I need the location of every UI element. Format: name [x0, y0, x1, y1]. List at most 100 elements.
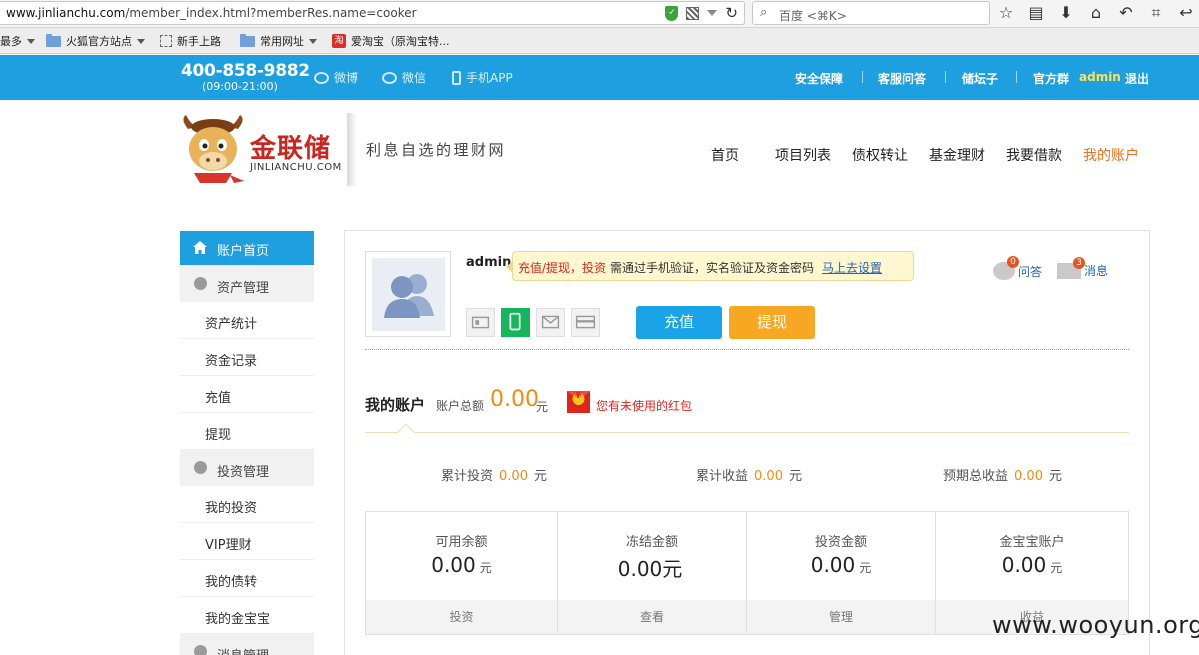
bookmark-aitaobao[interactable]: 淘爱淘宝（原淘宝特...	[332, 33, 450, 49]
cell-frozen-amount: 冻结金额 0.00元 查看	[558, 512, 747, 634]
stat-unit: 元	[1048, 469, 1062, 484]
bookmark-firefox[interactable]: 火狐官方站点	[46, 33, 145, 49]
undo-icon[interactable]: ↶	[1116, 3, 1136, 23]
divider	[945, 71, 946, 83]
bookmark-newbie[interactable]: 新手上路	[160, 33, 221, 49]
topnav-user[interactable]: admin	[1079, 70, 1121, 84]
messages-label: 消息	[1084, 264, 1109, 278]
red-envelope-text[interactable]: 您有未使用的红包	[596, 397, 692, 414]
withdraw-button[interactable]: 提现	[729, 306, 815, 339]
sidebar-item-withdraw[interactable]: 提现	[180, 413, 314, 450]
back-icon[interactable]: ↩	[1176, 3, 1196, 23]
qr-code-icon[interactable]	[686, 6, 700, 20]
topnav-group[interactable]: 官方群	[1033, 70, 1069, 87]
recharge-button[interactable]: 充值	[636, 306, 722, 339]
sidebar-item-my-investments[interactable]: 我的投资	[180, 486, 314, 523]
watermark-text: www.wooyun.org	[992, 611, 1199, 639]
bank-card-icon[interactable]	[571, 308, 600, 337]
sidebar-section-assets[interactable]: 资产管理	[180, 266, 314, 302]
reload-icon[interactable]: ↻	[725, 5, 738, 21]
cell-value: 0.00元	[936, 553, 1128, 577]
yuan-symbol: ¥	[575, 391, 582, 401]
mobile-verified-icon[interactable]	[501, 308, 530, 337]
stat-total-invest: 累计投资 0.00 元	[441, 465, 547, 484]
manage-action-button[interactable]: 管理	[747, 600, 935, 634]
logout-link[interactable]: 退出	[1125, 70, 1149, 87]
url-path: /member_index.html?memberRes.name=cooker	[125, 6, 417, 20]
cell-label: 投资金额	[814, 535, 867, 550]
shield-icon[interactable]: ✓	[665, 5, 679, 21]
cell-label: 金宝宝账户	[999, 535, 1065, 550]
folder-icon	[46, 33, 61, 47]
site-slogan: 利息自选的理财网	[366, 141, 507, 159]
sidebar-item-asset-stats[interactable]: 资产统计	[180, 302, 314, 339]
sidebar-item-recharge[interactable]: 充值	[180, 376, 314, 413]
red-envelope-icon[interactable]: ¥	[565, 385, 592, 415]
message-count-badge: 3	[1073, 257, 1085, 269]
page-icon	[160, 35, 172, 47]
topnav-security[interactable]: 安全保障	[795, 70, 843, 87]
sidebar-item-label: 我的投资	[205, 501, 258, 516]
sidebar-item-label: 账户首页	[217, 244, 270, 259]
sidebar-section-messages[interactable]: 消息管理	[180, 634, 314, 655]
email-icon[interactable]	[536, 308, 565, 337]
sidebar-item-my-debt-transfer[interactable]: 我的债转	[180, 560, 314, 597]
qa-count-badge: 0	[1007, 256, 1019, 268]
cell-available-balance: 可用余额 0.00 元 投资	[366, 512, 558, 634]
view-action-button[interactable]: 查看	[558, 600, 746, 634]
nav-home[interactable]: 首页	[711, 145, 739, 165]
bell-icon	[194, 645, 207, 655]
invest-action-button[interactable]: 投资	[366, 600, 557, 634]
id-card-icon[interactable]	[466, 308, 495, 337]
sidebar-item-vip[interactable]: VIP理财	[180, 523, 314, 560]
nav-debt-transfer[interactable]: 债权转让	[852, 145, 908, 165]
nav-projects[interactable]: 项目列表	[775, 145, 831, 165]
nav-borrow[interactable]: 我要借款	[1006, 145, 1062, 165]
site-logo[interactable]: 金联储 JINLIANCHU.COM	[180, 113, 345, 187]
nav-my-account[interactable]: 我的账户	[1083, 145, 1139, 165]
messages-link[interactable]: 3 消息	[1057, 257, 1109, 279]
qa-link[interactable]: 0 问答	[993, 256, 1043, 280]
account-title: 我的账户	[365, 396, 426, 414]
search-placeholder: 百度 <⌘K>	[779, 9, 847, 23]
total-label: 账户总额	[436, 399, 485, 413]
bookmark-most[interactable]: 最多	[0, 33, 35, 49]
home-icon[interactable]: ⌂	[1086, 3, 1106, 23]
url-input[interactable]: www.jinlianchu.com/member_index.html?mem…	[0, 1, 745, 25]
chevron-down-icon	[137, 38, 145, 44]
bookmark-label: 常用网址	[260, 35, 304, 48]
topnav-forum[interactable]: 储坛子	[962, 70, 998, 87]
sidebar-section-label: 投资管理	[217, 465, 270, 480]
sidebar-section-investments[interactable]: 投资管理	[180, 450, 314, 486]
bookmark-common[interactable]: 常用网址	[240, 33, 317, 49]
weibo-link[interactable]: 微博	[314, 69, 358, 86]
sidebar-item-account-home[interactable]: 账户首页	[180, 231, 314, 265]
page: www.jinlianchu.com/member_index.html?mem…	[0, 0, 1199, 655]
bookmarks-bar: 最多 火狐官方站点 新手上路 常用网址 淘爱淘宝（原淘宝特...	[0, 28, 1199, 54]
search-icon: ⌕	[760, 5, 768, 20]
bookmark-label: 火狐官方站点	[66, 35, 132, 48]
dropdown-icon[interactable]	[707, 10, 718, 16]
setup-now-link[interactable]: 马上去设置	[822, 259, 882, 276]
weixin-link[interactable]: 微信	[382, 69, 426, 86]
sidebar-item-label: 我的金宝宝	[205, 612, 271, 627]
sidebar-item-jinbaobao[interactable]: 我的金宝宝	[180, 597, 314, 634]
avatar[interactable]	[365, 251, 451, 337]
sidebar-item-fund-records[interactable]: 资金记录	[180, 339, 314, 376]
bookmark-star-icon[interactable]: ☆	[996, 3, 1016, 23]
reading-list-icon[interactable]: ▤	[1026, 3, 1046, 23]
cell-amount: 0.00元	[617, 557, 683, 581]
nav-fund[interactable]: 基金理财	[929, 145, 985, 165]
wallet-icon	[194, 461, 207, 474]
cell-amount: 0.00	[431, 553, 476, 577]
crop-icon[interactable]: ⌗	[1146, 3, 1166, 23]
download-icon[interactable]: ⬇	[1056, 3, 1076, 23]
logo-domain: JINLIANCHU.COM	[250, 162, 342, 173]
topnav-faq[interactable]: 客服问答	[878, 70, 926, 87]
app-link[interactable]: 手机APP	[452, 69, 513, 86]
browser-search-input[interactable]: ⌕ 百度 <⌘K>	[752, 1, 990, 25]
cell-amount: 0.00	[1001, 553, 1047, 577]
hotline-hours: (09:00-21:00)	[202, 80, 278, 93]
notice-text: 需通过手机验证，实名验证及资金密码	[610, 261, 815, 275]
qa-label: 问答	[1018, 265, 1043, 279]
